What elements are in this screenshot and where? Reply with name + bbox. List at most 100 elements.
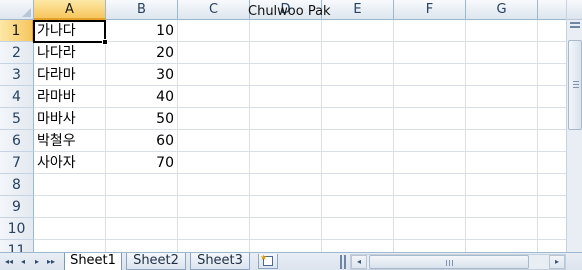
cell-f9[interactable] bbox=[394, 196, 466, 218]
cell-c1[interactable] bbox=[178, 20, 250, 42]
insert-worksheet-button[interactable]: ★ bbox=[258, 254, 278, 269]
column-header-c[interactable]: C bbox=[178, 0, 250, 20]
sheet-tab-1[interactable]: Sheet1 bbox=[64, 253, 122, 270]
cell-f6[interactable] bbox=[394, 130, 466, 152]
cell-h5[interactable] bbox=[538, 108, 566, 130]
cell-a3[interactable]: 다라마 bbox=[34, 64, 106, 86]
cell-h3[interactable] bbox=[538, 64, 566, 86]
cell-d8[interactable] bbox=[250, 174, 322, 196]
column-header-a[interactable]: A bbox=[34, 0, 106, 20]
cell-f4[interactable] bbox=[394, 86, 466, 108]
row-header-6[interactable]: 6 bbox=[0, 130, 34, 152]
cell-g1[interactable] bbox=[466, 20, 538, 42]
vertical-split-handle[interactable] bbox=[570, 22, 580, 28]
cell-a11[interactable] bbox=[34, 240, 106, 252]
cell-b6[interactable]: 60 bbox=[106, 130, 178, 152]
row-header-8[interactable]: 8 bbox=[0, 174, 34, 196]
cell-b8[interactable] bbox=[106, 174, 178, 196]
cell-d9[interactable] bbox=[250, 196, 322, 218]
cell-b4[interactable]: 40 bbox=[106, 86, 178, 108]
cell-a6[interactable]: 박철우 bbox=[34, 130, 106, 152]
cell-h11[interactable] bbox=[538, 240, 566, 252]
cell-b5[interactable]: 50 bbox=[106, 108, 178, 130]
cell-c10[interactable] bbox=[178, 218, 250, 240]
cell-a7[interactable]: 사아자 bbox=[34, 152, 106, 174]
cell-d4[interactable] bbox=[250, 86, 322, 108]
cell-h4[interactable] bbox=[538, 86, 566, 108]
cell-a10[interactable] bbox=[34, 218, 106, 240]
cell-h8[interactable] bbox=[538, 174, 566, 196]
spreadsheet-grid[interactable]: ABCDEFG 1 2 3 4 5 6 7 8 9 10 11 가나다 10 나다라 20 다라마 30 라마바… bbox=[0, 0, 566, 252]
row-header-2[interactable]: 2 bbox=[0, 42, 34, 64]
cell-h6[interactable] bbox=[538, 130, 566, 152]
row-header-10[interactable]: 10 bbox=[0, 218, 34, 240]
sheet-tab-2[interactable]: Sheet2 bbox=[126, 253, 186, 270]
cell-g8[interactable] bbox=[466, 174, 538, 196]
cell-f2[interactable] bbox=[394, 42, 466, 64]
cell-c7[interactable] bbox=[178, 152, 250, 174]
cell-c9[interactable] bbox=[178, 196, 250, 218]
cell-h10[interactable] bbox=[538, 218, 566, 240]
cell-e8[interactable] bbox=[322, 174, 394, 196]
cell-b2[interactable]: 20 bbox=[106, 42, 178, 64]
cell-a9[interactable] bbox=[34, 196, 106, 218]
cell-g3[interactable] bbox=[466, 64, 538, 86]
row-header-4[interactable]: 4 bbox=[0, 86, 34, 108]
cell-e10[interactable] bbox=[322, 218, 394, 240]
cell-h1[interactable] bbox=[538, 20, 566, 42]
cell-e1[interactable] bbox=[322, 20, 394, 42]
select-all-corner[interactable] bbox=[0, 0, 34, 20]
cell-f11[interactable] bbox=[394, 240, 466, 252]
previous-sheet-arrow-icon[interactable]: ◂ bbox=[16, 255, 30, 269]
cell-e4[interactable] bbox=[322, 86, 394, 108]
cell-g11[interactable] bbox=[466, 240, 538, 252]
cell-b11[interactable] bbox=[106, 240, 178, 252]
cell-g6[interactable] bbox=[466, 130, 538, 152]
cell-h7[interactable] bbox=[538, 152, 566, 174]
cell-f5[interactable] bbox=[394, 108, 466, 130]
cell-d10[interactable] bbox=[250, 218, 322, 240]
cell-c2[interactable] bbox=[178, 42, 250, 64]
cell-c8[interactable] bbox=[178, 174, 250, 196]
cell-c5[interactable] bbox=[178, 108, 250, 130]
horizontal-scrollbar[interactable]: ◂ ▸ bbox=[350, 254, 566, 270]
cell-c6[interactable] bbox=[178, 130, 250, 152]
cell-d2[interactable] bbox=[250, 42, 322, 64]
cell-f10[interactable] bbox=[394, 218, 466, 240]
cell-a5[interactable]: 마바사 bbox=[34, 108, 106, 130]
cell-h2[interactable] bbox=[538, 42, 566, 64]
column-header-g[interactable]: G bbox=[466, 0, 538, 20]
cell-e6[interactable] bbox=[322, 130, 394, 152]
row-header-1[interactable]: 1 bbox=[0, 20, 34, 42]
cell-g7[interactable] bbox=[466, 152, 538, 174]
cell-e11[interactable] bbox=[322, 240, 394, 252]
cell-a2[interactable]: 나다라 bbox=[34, 42, 106, 64]
column-header-f[interactable]: F bbox=[394, 0, 466, 20]
fill-handle[interactable] bbox=[102, 39, 108, 45]
cell-c3[interactable] bbox=[178, 64, 250, 86]
cell-h9[interactable] bbox=[538, 196, 566, 218]
cell-g4[interactable] bbox=[466, 86, 538, 108]
row-header-9[interactable]: 9 bbox=[0, 196, 34, 218]
cell-e9[interactable] bbox=[322, 196, 394, 218]
cell-d1[interactable] bbox=[250, 20, 322, 42]
row-header-11[interactable]: 11 bbox=[0, 240, 34, 252]
cell-g10[interactable] bbox=[466, 218, 538, 240]
cell-e5[interactable] bbox=[322, 108, 394, 130]
last-sheet-arrow-icon[interactable]: ▸▸ bbox=[44, 255, 58, 269]
cell-a4[interactable]: 라마바 bbox=[34, 86, 106, 108]
cell-b7[interactable]: 70 bbox=[106, 152, 178, 174]
scroll-right-arrow-icon[interactable]: ▸ bbox=[549, 255, 565, 269]
scroll-left-arrow-icon[interactable]: ◂ bbox=[351, 255, 367, 269]
column-header-partial[interactable] bbox=[538, 0, 566, 20]
row-header-3[interactable]: 3 bbox=[0, 64, 34, 86]
cell-b3[interactable]: 30 bbox=[106, 64, 178, 86]
cell-f3[interactable] bbox=[394, 64, 466, 86]
cell-g2[interactable] bbox=[466, 42, 538, 64]
cell-g9[interactable] bbox=[466, 196, 538, 218]
column-header-e[interactable]: E bbox=[322, 0, 394, 20]
horizontal-scroll-thumb[interactable] bbox=[369, 255, 529, 269]
cell-b9[interactable] bbox=[106, 196, 178, 218]
cell-d11[interactable] bbox=[250, 240, 322, 252]
row-header-7[interactable]: 7 bbox=[0, 152, 34, 174]
